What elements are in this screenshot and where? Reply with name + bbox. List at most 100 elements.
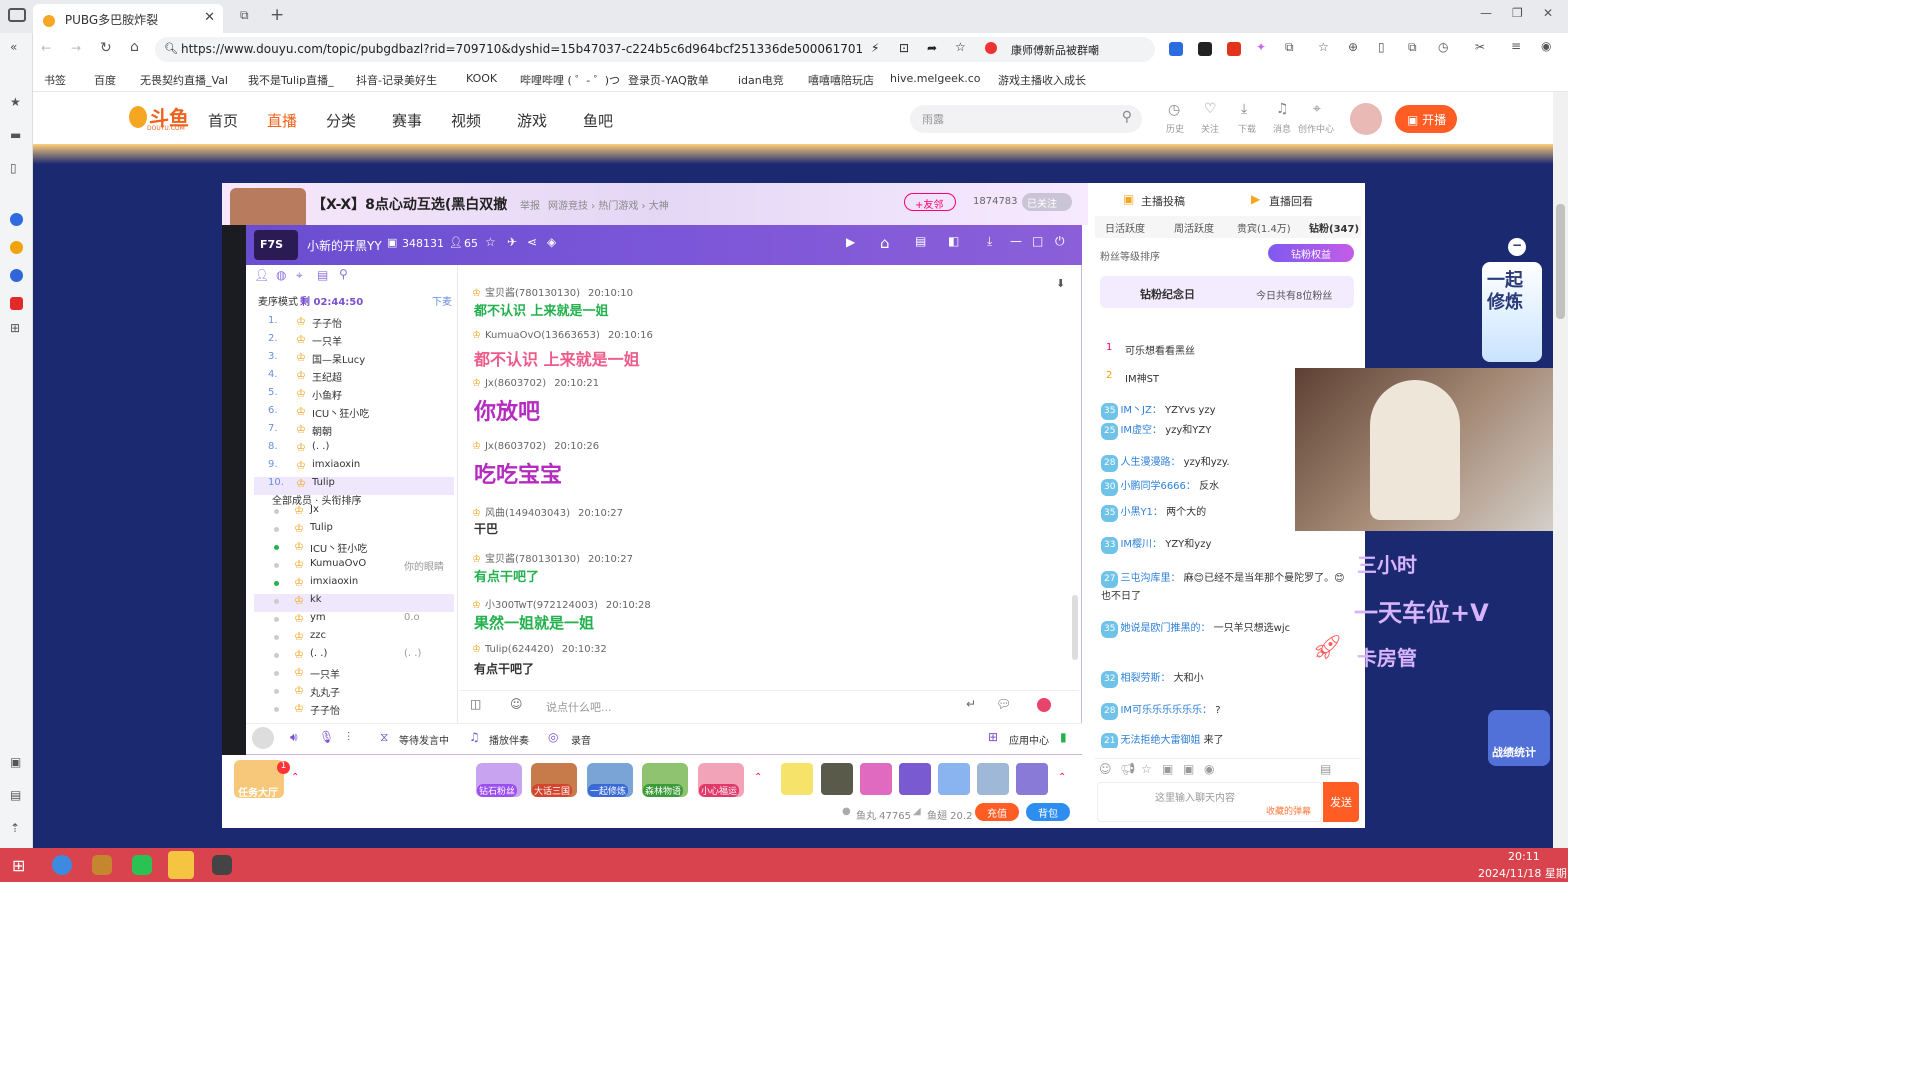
tablet-icon[interactable]: ▯ <box>10 161 17 175</box>
scroll-down-icon[interactable]: ⬇ <box>1056 277 1065 290</box>
message-label[interactable]: 消息 <box>1273 122 1291 135</box>
url-field[interactable]: 🔍︎ https://www.douyu.com/topic/pubgdbazl… <box>155 37 1155 62</box>
chat-user[interactable]: KumuaOvO(13663653) <box>485 330 600 341</box>
fav-room-icon[interactable]: ☆ <box>485 235 496 249</box>
app-icon-search[interactable] <box>10 213 23 226</box>
mic-mode-icon[interactable]: ◍ <box>276 268 286 282</box>
barrage-user[interactable]: IM可乐乐乐乐乐乐： <box>1120 705 1212 716</box>
download-label[interactable]: 下载 <box>1238 122 1256 135</box>
chat-user[interactable]: Jx(8603702) <box>485 441 546 452</box>
reload-icon[interactable]: ↻ <box>100 40 112 56</box>
bag-button[interactable]: 背包 <box>1026 803 1070 821</box>
list-icon[interactable]: ▤ <box>915 234 926 248</box>
anchor-contribute-tab[interactable]: 主播投稿 <box>1141 193 1185 209</box>
bookmark-item[interactable]: 哔哩哔哩 ( ゜- ゜)つ <box>520 72 620 88</box>
queue-item[interactable]: 4. ♔ 王纪超 <box>254 369 454 387</box>
nav-video[interactable]: 视频 <box>451 110 481 131</box>
queue-item[interactable]: 8. ♔ (. .) <box>254 441 454 459</box>
tab-daily-activity[interactable]: 日活跃度 <box>1105 220 1145 235</box>
category-breadcrumb[interactable]: 网游竞技 › 热门游戏 › 大神 <box>548 197 669 212</box>
emoji-panel-icon[interactable]: ☺ <box>1099 762 1112 776</box>
app-icon-red[interactable] <box>10 297 23 310</box>
ext-icon-2[interactable] <box>1227 42 1241 56</box>
shield-icon[interactable]: ◈ <box>547 235 556 249</box>
friend-button[interactable]: +友邻 <box>904 193 956 211</box>
barrage-user[interactable]: IM虚空： <box>1120 425 1162 436</box>
profile-icon[interactable]: ◉ <box>1541 39 1551 53</box>
tab-diamond-fans[interactable]: 钻粉(347) <box>1309 220 1359 235</box>
barrage-user[interactable]: 她说是欧门推黑的： <box>1120 623 1210 634</box>
collapse-down-icon[interactable]: ⤓ <box>987 234 992 249</box>
gift-item[interactable] <box>1016 763 1048 795</box>
briefcase-icon[interactable]: ▤ <box>10 788 21 802</box>
creator-label[interactable]: 创作中心 <box>1298 122 1334 135</box>
browser-tab[interactable]: PUBG多巴胺炸裂 ✕ <box>33 4 223 33</box>
gift-rose-icon[interactable] <box>1037 698 1051 712</box>
bookmark-item[interactable]: 嘻嘻嘻陪玩店 <box>808 72 874 88</box>
phone-icon[interactable]: ▯ <box>1378 40 1385 54</box>
nav-category[interactable]: 分类 <box>326 110 356 131</box>
accompaniment-label[interactable]: 播放伴奏 <box>489 732 529 747</box>
bubble-icon[interactable]: 💬︎ <box>996 697 1011 711</box>
window-min-icon[interactable]: — <box>1010 234 1022 248</box>
speaker-icon[interactable]: 🔊︎ <box>290 730 298 745</box>
bookmark-item[interactable]: hive.melgeek.co <box>890 72 981 85</box>
barrage-user[interactable]: 小黑Y1： <box>1120 507 1162 518</box>
member-item[interactable]: ♔ KumuaOvO 你的眼睛 <box>254 558 454 576</box>
gift-item[interactable] <box>938 763 970 795</box>
bookmark-item[interactable]: 百度 <box>94 72 116 88</box>
window-max-icon[interactable]: □ <box>1032 234 1043 248</box>
nav-fishbar[interactable]: 鱼吧 <box>583 110 613 131</box>
mic-icon[interactable]: 🎙︎ <box>319 730 334 744</box>
emoji-game-icon[interactable]: ◫ <box>470 697 481 711</box>
fan-icon[interactable]: ☆ <box>1141 762 1152 776</box>
user-avatar[interactable] <box>1350 103 1382 135</box>
queue-item[interactable]: 3. ♔ 国—呆Lucy <box>254 351 454 369</box>
location-icon[interactable]: ⌖ <box>1313 101 1321 117</box>
back-icon[interactable]: ← <box>41 41 51 55</box>
record-icon[interactable]: ◎ <box>548 730 558 744</box>
chat-scrollbar[interactable] <box>1072 595 1078 660</box>
self-avatar[interactable] <box>252 727 274 749</box>
menu-icon[interactable]: ≡ <box>1511 39 1521 53</box>
member-item[interactable]: ♔ kk <box>254 594 454 612</box>
page-scrollbar[interactable] <box>1553 92 1568 848</box>
history-icon[interactable]: ◷ <box>1438 40 1448 54</box>
add-app-icon[interactable]: ⊞ <box>10 321 20 335</box>
chat-user[interactable]: 宝贝酱 <box>485 554 515 565</box>
gift-item[interactable] <box>781 763 813 795</box>
taskbar-app-browser[interactable] <box>52 855 72 875</box>
barrage-user[interactable]: 小鹏同学6666： <box>1120 481 1195 492</box>
new-tab-icon[interactable]: + <box>270 5 284 25</box>
chat-input[interactable]: 说点什么吧... <box>546 699 612 715</box>
member-item[interactable]: ♔ ICU丶狂小吃 <box>254 540 454 558</box>
mixer-icon[interactable]: ⫶ <box>347 730 350 745</box>
share-icon[interactable]: ➦ <box>927 41 937 55</box>
chat-user[interactable]: Jx(8603702) <box>485 378 546 389</box>
bookmark-item[interactable]: 游戏主播收入成长 <box>998 72 1086 88</box>
send-button[interactable]: 发送 <box>1323 782 1359 822</box>
member-item[interactable]: ♔ 子子怡 <box>254 702 454 720</box>
saved-barrage-link[interactable]: 收藏的弹幕 <box>1266 804 1311 817</box>
recharge-button[interactable]: 充值 <box>975 803 1019 821</box>
tab-weekly-activity[interactable]: 周活跃度 <box>1174 220 1214 235</box>
followed-button[interactable]: 已关注 <box>1022 193 1072 211</box>
nav-games[interactable]: 游戏 <box>517 110 547 131</box>
folder-icon[interactable]: ▬ <box>10 128 21 142</box>
start-live-button[interactable]: ▣ 开播 <box>1395 105 1457 133</box>
nav-live[interactable]: 直播 <box>267 110 297 131</box>
minimize-icon[interactable]: — <box>1480 6 1492 20</box>
follow-label[interactable]: 关注 <box>1201 122 1219 135</box>
queue-item[interactable]: 5. ♔ 小鱼籽 <box>254 387 454 405</box>
collections-icon[interactable]: ⧉ <box>1408 40 1417 55</box>
taskbar-app-5[interactable] <box>212 855 232 875</box>
capture-icon[interactable]: ⊡ <box>899 41 909 55</box>
queue-item[interactable]: 6. ♔ ICU丶狂小吃 <box>254 405 454 423</box>
bookmark-item[interactable]: 登录页-YAQ散单 <box>628 72 709 88</box>
video-toggle-icon[interactable]: ▶ <box>846 235 855 249</box>
member-item[interactable]: ♔ 一只羊 <box>254 666 454 684</box>
leave-mic-link[interactable]: 下麦 <box>432 293 452 308</box>
bell-icon[interactable]: ♫ <box>1276 101 1289 117</box>
gift-item[interactable] <box>821 763 853 795</box>
gift-panel-icon[interactable]: ▤ <box>1320 762 1331 776</box>
